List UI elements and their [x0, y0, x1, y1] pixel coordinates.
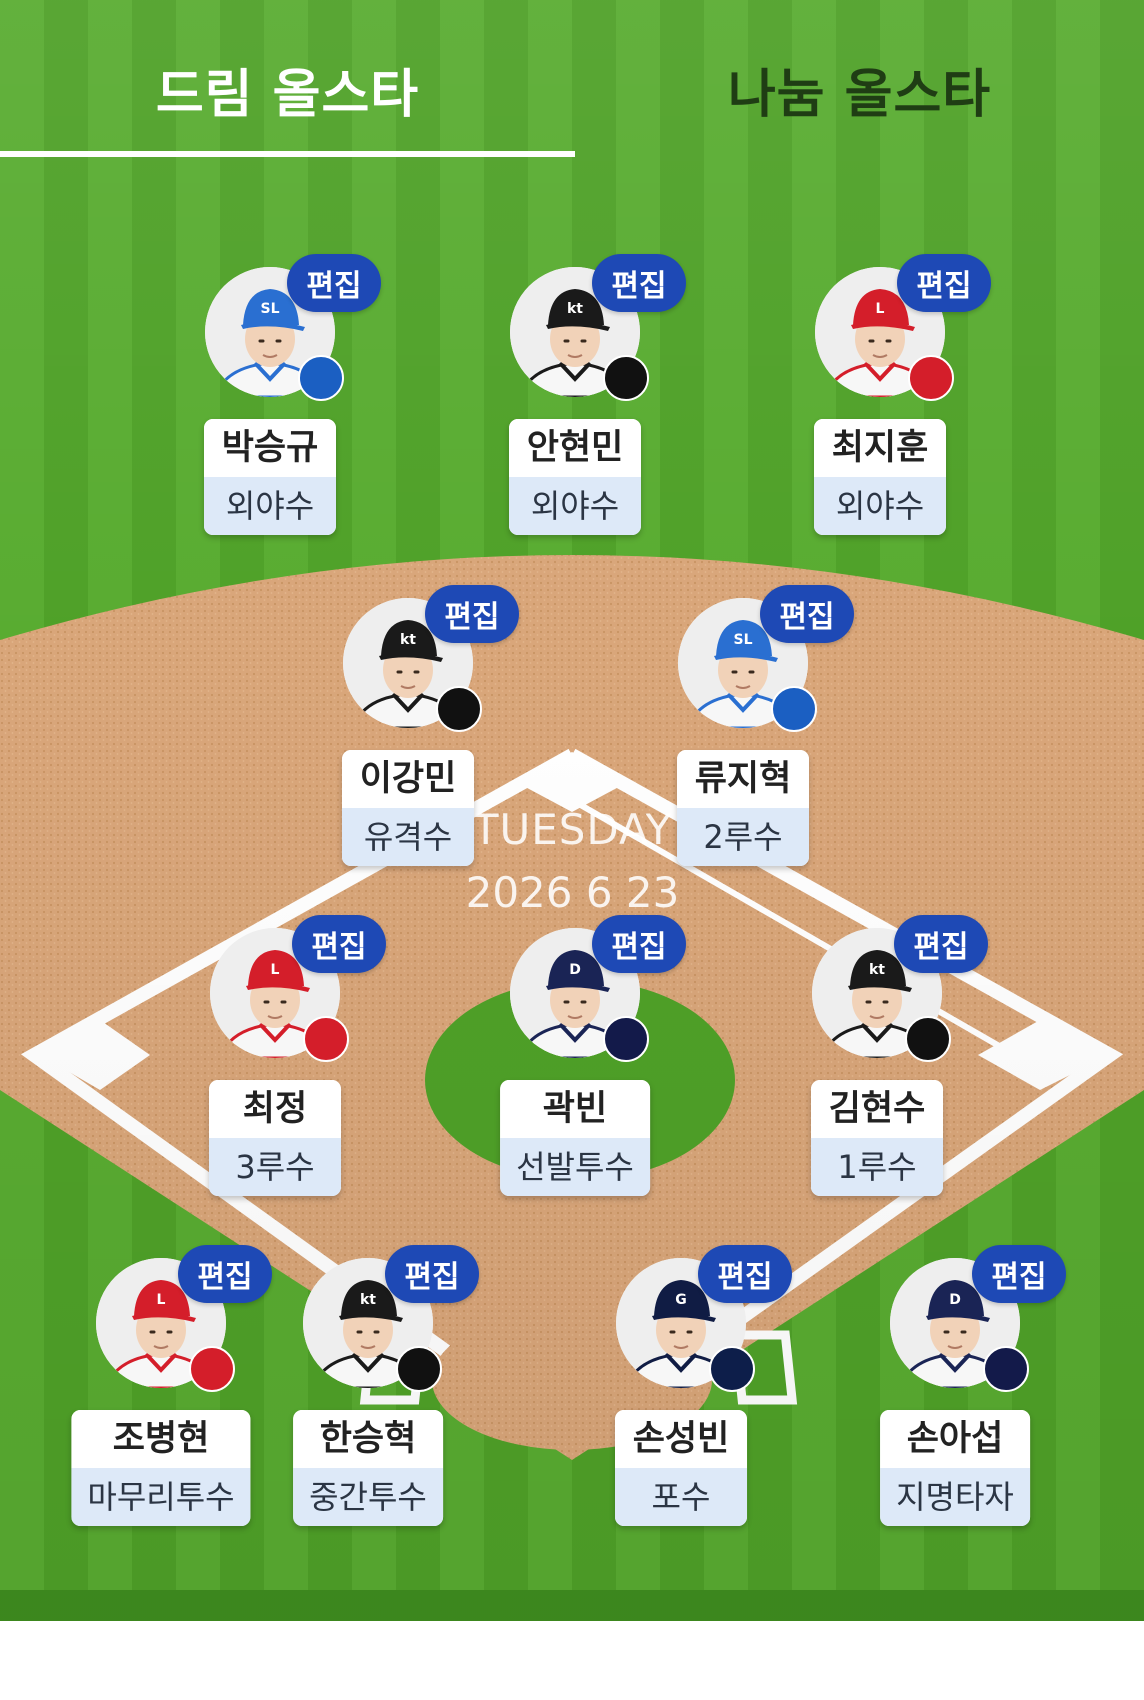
tab-nanum-allstar[interactable]: 나눔 올스타 [575, 52, 1144, 127]
player-name: 김현수 [811, 1080, 943, 1138]
player-position: 2루수 [677, 808, 809, 866]
player-card: 안현민 외야수 [509, 419, 641, 535]
player-name: 최지훈 [814, 419, 946, 477]
player-position: 마무리투수 [71, 1468, 251, 1526]
edit-player-button[interactable]: 편집 [894, 915, 988, 973]
player-position: 외야수 [204, 477, 336, 535]
player-card: 곽빈 선발투수 [500, 1080, 650, 1196]
edit-player-button[interactable]: 편집 [592, 254, 686, 312]
edit-player-button[interactable]: 편집 [698, 1245, 792, 1303]
player-card: 한승혁 중간투수 [293, 1410, 443, 1526]
player-name: 최정 [209, 1080, 341, 1138]
player-card: 손성빈 포수 [615, 1410, 747, 1526]
team-logo-icon [298, 355, 344, 401]
edit-player-button[interactable]: 편집 [897, 254, 991, 312]
player-name: 박승규 [204, 419, 336, 477]
player-card: 박승규 외야수 [204, 419, 336, 535]
svg-text:SL: SL [260, 301, 279, 317]
team-logo-icon [396, 1346, 442, 1392]
player-card: 조병현 마무리투수 [71, 1410, 251, 1526]
player-slot: SL 편집류지혁 2루수 [668, 585, 854, 898]
player-slot: D 편집손아섭 지명타자 [880, 1245, 1066, 1558]
edit-player-button[interactable]: 편집 [592, 915, 686, 973]
player-card: 최지훈 외야수 [814, 419, 946, 535]
player-slot: G 편집손성빈 포수 [606, 1245, 792, 1558]
player-name: 류지혁 [677, 750, 809, 808]
player-position: 선발투수 [500, 1138, 650, 1196]
team-logo-icon [983, 1346, 1029, 1392]
player-card: 김현수 1루수 [811, 1080, 943, 1196]
svg-text:L: L [271, 962, 280, 978]
svg-text:L: L [876, 301, 885, 317]
svg-text:D: D [569, 962, 581, 978]
svg-text:kt: kt [869, 962, 885, 978]
edit-player-button[interactable]: 편집 [385, 1245, 479, 1303]
player-name: 손성빈 [615, 1410, 747, 1468]
edit-player-button[interactable]: 편집 [292, 915, 386, 973]
player-slot: L 편집조병현 마무리투수 [71, 1245, 272, 1558]
edit-player-button[interactable]: 편집 [425, 585, 519, 643]
player-card: 류지혁 2루수 [677, 750, 809, 866]
player-position: 유격수 [342, 808, 474, 866]
player-slot: L 편집최지훈 외야수 [805, 254, 991, 567]
team-logo-icon [908, 355, 954, 401]
edit-player-button[interactable]: 편집 [178, 1245, 272, 1303]
svg-text:kt: kt [567, 301, 583, 317]
player-slot: kt 편집안현민 외야수 [500, 254, 686, 567]
edit-player-button[interactable]: 편집 [287, 254, 381, 312]
player-card: 최정 3루수 [209, 1080, 341, 1196]
player-slot: kt 편집김현수 1루수 [802, 915, 988, 1228]
player-slot: SL 편집박승규 외야수 [195, 254, 381, 567]
team-tabs: 드림 올스타 나눔 올스타 [0, 0, 1144, 160]
svg-text:kt: kt [360, 1292, 376, 1308]
svg-text:G: G [675, 1292, 687, 1308]
player-name: 곽빈 [500, 1080, 650, 1138]
team-logo-icon [905, 1016, 951, 1062]
edit-player-button[interactable]: 편집 [760, 585, 854, 643]
team-logo-icon [709, 1346, 755, 1392]
player-slot: kt 편집한승혁 중간투수 [293, 1245, 479, 1558]
tab-dream-allstar[interactable]: 드림 올스타 [0, 52, 575, 127]
player-position: 지명타자 [880, 1468, 1030, 1526]
player-name: 한승혁 [293, 1410, 443, 1468]
team-logo-icon [303, 1016, 349, 1062]
team-logo-icon [189, 1346, 235, 1392]
svg-text:L: L [157, 1292, 166, 1308]
svg-text:D: D [949, 1292, 961, 1308]
player-position: 외야수 [814, 477, 946, 535]
team-logo-icon [771, 686, 817, 732]
player-position: 포수 [615, 1468, 747, 1526]
svg-text:SL: SL [733, 632, 752, 648]
player-slot: L 편집최정 3루수 [200, 915, 386, 1228]
player-slot: D 편집곽빈 선발투수 [500, 915, 686, 1228]
edit-player-button[interactable]: 편집 [972, 1245, 1066, 1303]
player-name: 조병현 [71, 1410, 251, 1468]
player-position: 3루수 [209, 1138, 341, 1196]
player-name: 이강민 [342, 750, 474, 808]
lineup-field: 드림 올스타 나눔 올스타 TUESDAY 2026 6 23 SL 편집 박승규 외… [0, 0, 1144, 1621]
active-tab-indicator [0, 151, 575, 157]
player-slot: kt 편집이강민 유격수 [333, 585, 519, 898]
team-logo-icon [603, 1016, 649, 1062]
player-card: 손아섭 지명타자 [880, 1410, 1030, 1526]
team-logo-icon [603, 355, 649, 401]
player-position: 1루수 [811, 1138, 943, 1196]
player-position: 중간투수 [293, 1468, 443, 1526]
player-position: 외야수 [509, 477, 641, 535]
player-name: 손아섭 [880, 1410, 1030, 1468]
player-name: 안현민 [509, 419, 641, 477]
team-logo-icon [436, 686, 482, 732]
svg-text:kt: kt [400, 632, 416, 648]
player-card: 이강민 유격수 [342, 750, 474, 866]
